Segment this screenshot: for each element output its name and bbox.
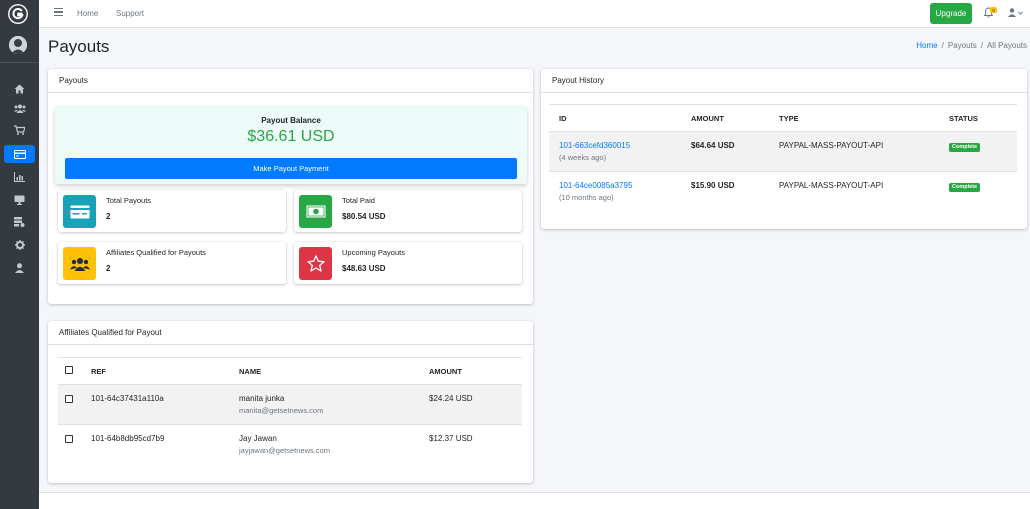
payout-id-link[interactable]: 101-64ce0085a3795 <box>559 181 632 190</box>
user-avatar[interactable] <box>9 36 27 54</box>
money-bill-icon <box>306 205 325 218</box>
notification-badge: 0 <box>990 7 997 13</box>
page-title: Payouts <box>48 37 110 56</box>
row-checkbox[interactable] <box>65 435 73 443</box>
info-box-label: Total Paid <box>342 196 375 205</box>
sidebar-item-settings[interactable] <box>4 236 35 254</box>
payouts-card-header: Payouts <box>48 69 533 93</box>
info-box-value: $80.54 USD <box>342 212 386 221</box>
tasks-icon <box>14 217 25 227</box>
menu-toggle-icon[interactable] <box>54 8 63 18</box>
row-checkbox[interactable] <box>65 395 73 403</box>
row-name: manita junka <box>239 394 285 403</box>
column-header-amount: AMOUNT <box>429 366 462 376</box>
home-icon <box>14 84 25 94</box>
breadcrumb-home[interactable]: Home <box>916 41 937 50</box>
cog-icon <box>14 240 25 250</box>
table-row: 101-64ce0085a3795 (10 months ago) $15.90 … <box>549 172 1017 212</box>
sidebar-item-users[interactable] <box>4 99 35 117</box>
payout-id-link[interactable]: 101-663cefd360015 <box>559 141 630 150</box>
payout-amount: $64.64 USD <box>691 141 735 150</box>
payout-amount: $15.90 USD <box>691 181 735 190</box>
cart-icon <box>14 125 25 135</box>
sidebar-item-display[interactable] <box>4 191 35 209</box>
upgrade-button[interactable]: Upgrade <box>930 3 972 24</box>
payout-ago: (10 months ago) <box>559 193 614 202</box>
sidebar-item-home[interactable] <box>4 80 35 98</box>
row-amount: $12.37 USD <box>429 434 473 443</box>
status-badge: Complete <box>949 182 981 192</box>
payout-balance-label: Payout Balance <box>261 116 321 125</box>
payout-balance-box: Payout Balance $36.61 USD Make Payout Pa… <box>55 106 527 184</box>
table-row: 101-663cefd360015 (4 weeks ago) $64.64 US… <box>549 131 1017 172</box>
info-box-total-payouts: Total Payouts 2 <box>58 190 286 232</box>
info-box-label: Upcoming Payouts <box>342 248 405 257</box>
breadcrumb-payouts[interactable]: Payouts <box>948 41 977 50</box>
user-icon <box>15 263 24 273</box>
sidebar-item-profile[interactable] <box>4 259 35 277</box>
breadcrumb-all-payouts: All Payouts <box>986 41 1027 50</box>
info-box-value: 2 <box>106 212 111 221</box>
payout-history-header: Payout History <box>541 69 1027 93</box>
sidebar-item-reports[interactable] <box>4 168 35 186</box>
chart-icon <box>14 172 25 182</box>
info-box-total-paid: Total Paid $80.54 USD <box>294 190 522 232</box>
user-icon <box>1008 8 1016 17</box>
row-amount: $24.24 USD <box>429 394 473 403</box>
column-header-ref: REF <box>91 366 106 376</box>
sidebar-item-payouts[interactable] <box>4 145 35 163</box>
footer <box>39 492 1030 509</box>
row-email: manita@getsetnews.com <box>239 406 324 415</box>
sidebar <box>0 0 39 509</box>
sidebar-item-tasks[interactable] <box>4 213 35 231</box>
info-box-upcoming-payouts: Upcoming Payouts $48.63 USD <box>294 242 522 284</box>
nav-link-support[interactable]: Support <box>116 9 144 18</box>
affiliates-qualified-card: Affiliates Qualified for Payout REF NAME… <box>48 321 533 483</box>
column-header-amount: AMOUNT <box>691 113 724 123</box>
payout-balance-value: $36.61 USD <box>247 128 335 145</box>
payout-type: PAYPAL-MASS-PAYOUT-API <box>779 181 884 190</box>
affiliates-table: REF NAME AMOUNT 101-64c37431a110a manita… <box>58 357 522 465</box>
column-header-id: ID <box>559 113 567 123</box>
money-check-icon <box>70 205 89 218</box>
sidebar-divider <box>0 62 39 63</box>
info-box-label: Total Payouts <box>106 196 152 205</box>
payout-history-card: Payout History ID AMOUNT TYPE STATUS 101… <box>541 69 1027 229</box>
row-ref: 101-64b8db95cd7b9 <box>91 434 165 443</box>
user-dropdown[interactable] <box>1008 8 1023 17</box>
table-row: 101-64b8db95cd7b9 Jay Jawan jayjawan@gets… <box>58 425 522 465</box>
payout-ago: (4 weeks ago) <box>559 153 607 162</box>
info-box-value: $48.63 USD <box>342 264 386 273</box>
users-icon <box>69 257 90 271</box>
credit-card-icon <box>13 149 26 159</box>
top-navbar: Home Support Upgrade 0 <box>39 0 1030 28</box>
chevron-down-icon <box>1018 11 1023 15</box>
star-icon <box>306 254 325 272</box>
column-header-type: TYPE <box>779 113 799 123</box>
payout-type: PAYPAL-MASS-PAYOUT-API <box>779 141 884 150</box>
affiliates-qualified-header: Affiliates Qualified for Payout <box>48 321 533 345</box>
sidebar-item-cart[interactable] <box>4 121 35 139</box>
breadcrumb: Home / Payouts / All Payouts <box>916 41 1027 50</box>
row-email: jayjawan@getsetnews.com <box>239 446 330 455</box>
users-icon <box>13 104 26 113</box>
select-all-checkbox[interactable] <box>65 366 73 374</box>
info-box-affiliates-qualified: Affiliates Qualified for Payouts 2 <box>58 242 286 284</box>
payout-history-table: ID AMOUNT TYPE STATUS 101-663cefd360015 (… <box>549 104 1017 212</box>
row-ref: 101-64c37431a110a <box>91 394 164 403</box>
column-header-name: NAME <box>239 366 262 376</box>
brand-logo[interactable] <box>8 4 28 24</box>
column-header-status: STATUS <box>949 113 978 123</box>
payouts-card: Payouts Payout Balance $36.61 USD Make P… <box>48 69 533 304</box>
desktop-icon <box>14 195 25 205</box>
table-row: 101-64c37431a110a manita junka manita@get… <box>58 384 522 425</box>
nav-link-home[interactable]: Home <box>77 9 98 18</box>
row-name: Jay Jawan <box>239 434 277 443</box>
status-badge: Complete <box>949 142 981 152</box>
make-payout-payment-button[interactable]: Make Payout Payment <box>65 158 517 179</box>
info-box-label: Affiliates Qualified for Payouts <box>106 248 206 257</box>
info-box-value: 2 <box>106 264 111 273</box>
